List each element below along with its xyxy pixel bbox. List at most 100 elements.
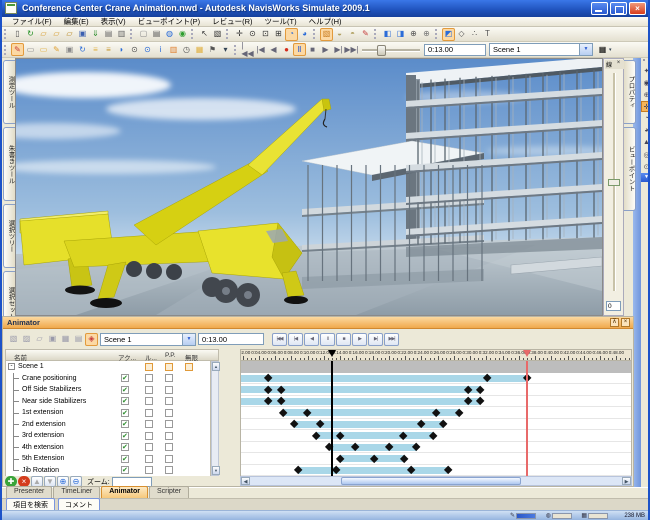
zoom-tool-icon[interactable]: ⊙ — [246, 28, 259, 41]
viewpoints-tab[interactable]: ビューポイント — [624, 127, 636, 211]
keyframe-diamond[interactable] — [455, 408, 464, 417]
flag-tool-icon[interactable]: ⚑ — [206, 43, 219, 56]
scroll-down-icon[interactable]: ▼ — [212, 466, 220, 475]
checkbox[interactable] — [145, 432, 153, 440]
timeline-track[interactable] — [241, 419, 631, 431]
tab-scripter[interactable]: Scripter — [149, 486, 189, 498]
active-checkbox[interactable] — [121, 455, 129, 463]
print-icon[interactable]: ▤ — [102, 28, 115, 41]
animator-scene-selector[interactable]: Scene 1 ▼ — [100, 333, 196, 346]
go-to-end-icon[interactable]: ▶▶| — [345, 43, 358, 56]
playback-time-field[interactable] — [424, 44, 486, 56]
checkbox[interactable] — [145, 397, 153, 405]
checkbox[interactable] — [145, 409, 153, 417]
view-comments-icon[interactable]: ▭ — [24, 43, 37, 56]
polygon-tool-icon[interactable]: ◇ — [455, 28, 468, 41]
menu-item-6[interactable]: ヘルプ(H) — [303, 16, 348, 27]
text-tool-icon[interactable]: T — [481, 28, 494, 41]
end-marker-handle[interactable] — [523, 350, 531, 357]
close-icon[interactable]: × — [621, 318, 630, 327]
add-section-icon[interactable]: ▤ — [72, 333, 85, 346]
zoom-window-icon[interactable]: ⊡ — [259, 28, 272, 41]
anim-play-reverse-icon[interactable]: ◀ — [304, 333, 319, 346]
active-checkbox[interactable] — [121, 443, 129, 451]
play-icon[interactable]: ▶ — [319, 43, 332, 56]
anim-play-icon[interactable]: ▶ — [352, 333, 367, 346]
menu-item-2[interactable]: 表示(V) — [95, 16, 132, 27]
restore-button[interactable] — [610, 2, 627, 15]
step-forward-icon[interactable]: ▶| — [332, 43, 345, 56]
animation-bar[interactable] — [316, 432, 433, 439]
scroll-left-icon[interactable]: ◀ — [241, 477, 250, 485]
new-file-icon[interactable]: ▯ — [11, 28, 24, 41]
menu-item-3[interactable]: ビューポイント(P) — [132, 16, 207, 27]
zoom-nav-icon[interactable]: ⊕ — [641, 89, 650, 100]
export-drop-icon[interactable]: ▾ — [609, 47, 612, 53]
tree-row[interactable]: 1st extension — [6, 407, 210, 419]
timeline-track[interactable] — [241, 361, 631, 373]
anim-go-to-end-icon[interactable]: ▶▶| — [384, 333, 399, 346]
timeline-track[interactable] — [241, 465, 631, 477]
focus-nav-icon[interactable]: ⊙ — [641, 161, 650, 172]
export-animation-icon[interactable]: ▦ — [596, 43, 609, 56]
tree-row[interactable]: 4th extension — [6, 442, 210, 454]
close-icon[interactable]: × — [615, 60, 622, 67]
column-header-3[interactable]: P.P. — [165, 352, 176, 359]
menu-item-1[interactable]: 編集(E) — [58, 16, 95, 27]
checkbox[interactable] — [145, 386, 153, 394]
timeline-rows[interactable] — [240, 361, 632, 476]
play-reverse-icon[interactable]: ◀ — [267, 43, 280, 56]
view-cube-icon[interactable]: ◧ — [381, 28, 394, 41]
examine-tool-icon[interactable]: ◕ — [298, 28, 311, 41]
add-animation-set-icon[interactable]: ▦ — [59, 333, 72, 346]
redline-marker-icon[interactable]: ✎ — [359, 28, 372, 41]
refresh-icon[interactable]: ↻ — [24, 28, 37, 41]
checkbox[interactable] — [165, 374, 173, 382]
slider-thumb[interactable] — [377, 45, 386, 56]
checkbox[interactable] — [145, 420, 153, 428]
checkbox[interactable] — [145, 443, 153, 451]
scroll-right-icon[interactable]: ▶ — [622, 477, 631, 485]
selection-tree-tab[interactable]: 選択ツリー — [3, 204, 15, 268]
merge-file-icon[interactable]: ▱ — [63, 28, 76, 41]
active-checkbox[interactable] — [121, 397, 129, 405]
anim-step-back-icon[interactable]: |◀ — [288, 333, 303, 346]
playhead-handle[interactable] — [328, 350, 336, 357]
minimize-button[interactable] — [591, 2, 608, 15]
comment-snapshot-icon[interactable]: ▣ — [63, 43, 76, 56]
active-checkbox[interactable] — [121, 420, 129, 428]
hscroll-thumb[interactable] — [341, 477, 521, 485]
schedule-icon[interactable]: ▦ — [193, 43, 206, 56]
add-comment-icon[interactable]: ▭ — [37, 43, 50, 56]
tilt-thumb[interactable] — [608, 179, 620, 186]
active-checkbox[interactable] — [121, 432, 129, 440]
timeline-track[interactable] — [241, 407, 631, 419]
timeline-track[interactable] — [241, 384, 631, 396]
checkbox[interactable] — [145, 455, 153, 463]
chevron-down-icon[interactable]: ▼ — [579, 44, 592, 55]
measure-tools-tab[interactable]: 測定ツール — [3, 60, 15, 124]
active-checkbox[interactable] — [121, 466, 129, 474]
anim-stop-icon[interactable]: ■ — [336, 333, 351, 346]
find-comments-icon[interactable]: ⊙ — [141, 43, 154, 56]
properties-tab[interactable]: プロパティ — [624, 60, 636, 124]
playhead[interactable] — [331, 361, 333, 476]
nav-overflow-icon[interactable]: ▼ — [641, 173, 650, 182]
chat-icon[interactable]: ◗ — [115, 43, 128, 56]
web-link-icon[interactable]: ◍ — [163, 28, 176, 41]
timeline-track[interactable] — [241, 430, 631, 442]
toggle-snapping-icon[interactable]: ◈ — [85, 333, 98, 346]
add-camera-icon[interactable]: ▣ — [46, 333, 59, 346]
pan-tool-icon[interactable]: ✛ — [233, 28, 246, 41]
checkbox[interactable] — [165, 466, 173, 474]
scene-selector[interactable]: Scene 1 ▼ — [489, 43, 593, 56]
timeline-ruler[interactable]: 0:02.000:04.000:06.000:08.000:10.000:12.… — [240, 349, 632, 361]
menu-item-0[interactable]: ファイル(F) — [6, 16, 58, 27]
timeline-track[interactable] — [241, 396, 631, 408]
checkbox[interactable] — [145, 374, 153, 382]
walk-tool-icon[interactable]: ✦ — [641, 65, 650, 76]
look-tool-icon[interactable]: ◉ — [641, 77, 650, 88]
checkbox[interactable] — [165, 409, 173, 417]
tab-timeliner[interactable]: TimeLiner — [53, 486, 100, 498]
plot-icon[interactable]: ▤ — [150, 28, 163, 41]
